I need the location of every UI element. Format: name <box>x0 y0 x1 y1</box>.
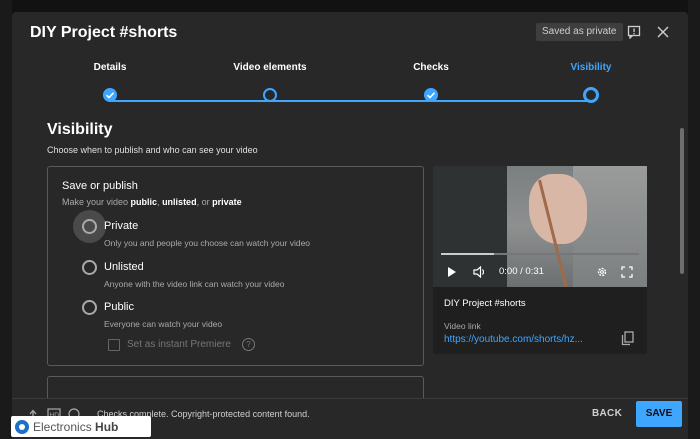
dialog-header: DIY Project #shorts Saved as private <box>12 12 688 54</box>
radio-description: Only you and people you choose can watch… <box>104 238 311 248</box>
fullscreen-icon[interactable] <box>621 265 633 279</box>
video-meta: DIY Project #shorts Video link https://y… <box>433 287 647 354</box>
card-subtitle-unlisted: unlisted <box>162 197 197 207</box>
backdrop-left-panel <box>0 0 12 439</box>
visibility-title: Visibility <box>47 121 113 138</box>
video-progress-bar[interactable] <box>441 253 639 255</box>
back-button[interactable]: BACK <box>592 408 622 419</box>
video-preview-card: 0:00 / 0:31 DIY Project #shorts Video li… <box>433 166 647 354</box>
backdrop-right-panel <box>688 0 700 439</box>
radio-button[interactable] <box>82 260 97 275</box>
premiere-label: Set as instant Premiere <box>127 339 231 350</box>
step-label: Details <box>93 62 127 73</box>
help-icon[interactable]: ? <box>242 338 255 351</box>
video-link[interactable]: https://youtube.com/shorts/hz... <box>444 334 604 345</box>
copy-icon[interactable] <box>621 331 634 351</box>
dialog-scrollbar[interactable] <box>680 128 684 274</box>
step-video-elements[interactable]: Video elements <box>220 62 320 102</box>
video-name: DIY Project #shorts <box>444 298 526 309</box>
volume-icon[interactable] <box>473 265 487 279</box>
video-link-label: Video link <box>444 321 481 331</box>
video-player[interactable]: 0:00 / 0:31 <box>433 166 647 287</box>
upload-stepper: Details Video elements Checks Visibility <box>12 62 688 112</box>
card-title: Save or publish <box>62 180 138 192</box>
radio-label: Public <box>104 301 134 313</box>
card-subtitle: Make your video public, unlisted, or pri… <box>62 197 242 207</box>
step-label: Checks <box>413 62 449 73</box>
step-label: Video elements <box>233 62 307 73</box>
step-label: Visibility <box>570 62 612 73</box>
card-subtitle-public: public <box>130 197 158 207</box>
stepper-track <box>110 100 592 102</box>
brand-logo-icon <box>15 419 29 434</box>
upload-dialog: DIY Project #shorts Saved as private Det… <box>12 12 688 439</box>
settings-icon[interactable] <box>596 265 608 279</box>
play-icon[interactable] <box>447 265 457 279</box>
video-controls: 0:00 / 0:31 <box>433 262 647 282</box>
step-checks[interactable]: Checks <box>381 62 481 102</box>
saved-status-badge: Saved as private <box>536 23 623 41</box>
video-time: 0:00 / 0:31 <box>499 266 544 277</box>
check-icon <box>103 88 117 102</box>
thumb-hand <box>529 174 587 244</box>
feedback-icon[interactable] <box>625 23 643 41</box>
card-subtitle-text: Make your video <box>62 197 131 207</box>
radio-button[interactable] <box>82 219 97 234</box>
watermark-brand-a: Electronics <box>33 419 92 434</box>
electronics-hub-watermark: Electronics Hub <box>11 416 151 437</box>
radio-label: Unlisted <box>104 261 144 273</box>
watermark-brand-b: Hub <box>95 419 119 434</box>
visibility-subtitle: Choose when to publish and who can see y… <box>47 145 258 155</box>
dialog-title: DIY Project #shorts <box>30 24 178 41</box>
save-or-publish-card: Save or publish Make your video public, … <box>47 166 424 366</box>
step-dot-icon <box>263 88 277 102</box>
check-icon <box>424 88 438 102</box>
radio-label: Private <box>104 220 139 232</box>
radio-description: Anyone with the video link can watch you… <box>104 279 285 289</box>
watermark-text: Electronics Hub <box>33 420 118 434</box>
step-visibility[interactable]: Visibility <box>541 62 641 103</box>
step-details[interactable]: Details <box>60 62 160 102</box>
radio-button[interactable] <box>82 300 97 315</box>
video-progress-fill <box>441 253 495 255</box>
radio-description: Everyone can watch your video <box>104 319 223 329</box>
card-subtitle-sep: , or <box>196 197 213 207</box>
close-icon[interactable] <box>654 23 672 41</box>
card-subtitle-private: private <box>212 197 242 207</box>
save-button[interactable]: SAVE <box>636 401 682 427</box>
step-current-icon <box>583 87 599 103</box>
premiere-checkbox[interactable] <box>108 339 120 351</box>
